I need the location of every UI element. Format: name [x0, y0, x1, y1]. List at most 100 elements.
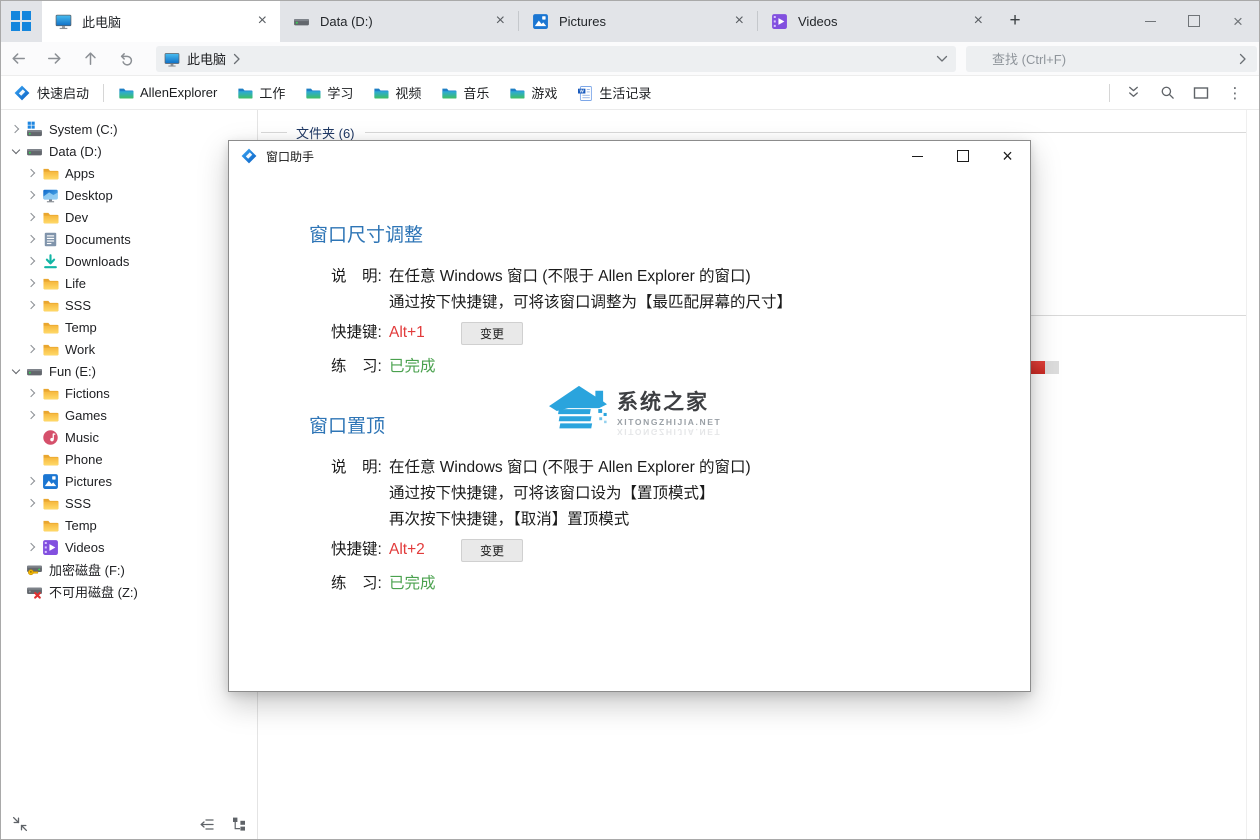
desc-line: 在任意 Windows 窗口 (不限于 Allen Explorer 的窗口): [389, 455, 751, 481]
tree-item-apps[interactable]: Apps: [0, 162, 257, 184]
expander-right-icon[interactable]: [24, 231, 40, 247]
quick-launch-item-学习[interactable]: 学习: [305, 83, 353, 102]
undo-button[interactable]: [108, 45, 144, 73]
quick-launch-item-游戏[interactable]: 游戏: [509, 83, 557, 102]
change-hotkey-button[interactable]: 变更: [461, 322, 523, 345]
dialog-maximize-button[interactable]: [940, 141, 985, 171]
breadcrumb[interactable]: 此电脑: [187, 49, 226, 68]
quick-launch-item-label: 游戏: [531, 83, 557, 102]
tree-item-temp[interactable]: Temp: [0, 316, 257, 338]
more-options-button[interactable]: ⋮: [1218, 79, 1252, 107]
tree-item-games[interactable]: Games: [0, 404, 257, 426]
quick-launch-item-工作[interactable]: 工作: [237, 83, 285, 102]
forward-button[interactable]: [36, 45, 72, 73]
dialog-minimize-button[interactable]: [895, 141, 940, 171]
tree-item-downloads[interactable]: Downloads: [0, 250, 257, 272]
tab-此电脑[interactable]: 此电脑 ×: [42, 0, 280, 42]
tree-item-temp[interactable]: Temp: [0, 514, 257, 536]
back-button[interactable]: [0, 45, 36, 73]
collapse-all-nodes-button[interactable]: [196, 815, 216, 833]
expander-right-icon[interactable]: [24, 253, 40, 269]
expander-right-icon[interactable]: [24, 275, 40, 291]
tab-pictures[interactable]: Pictures ×: [519, 0, 757, 42]
dialog-close-button[interactable]: ×: [985, 141, 1030, 171]
maximize-button[interactable]: [1172, 0, 1216, 42]
layout-button[interactable]: [1184, 79, 1218, 107]
expander-right-icon[interactable]: [24, 187, 40, 203]
close-button[interactable]: ×: [1216, 0, 1260, 42]
expander-down-icon[interactable]: [8, 143, 24, 159]
scrollbar-track[interactable]: [1246, 110, 1247, 840]
breadcrumb-chevron-icon[interactable]: [232, 53, 241, 65]
quick-launch-item-allenexplorer[interactable]: AllenExplorer: [118, 85, 217, 101]
tab-close-icon[interactable]: ×: [493, 13, 508, 29]
address-bar[interactable]: 此电脑: [156, 46, 956, 72]
tree-item-加密磁盘-f[interactable]: 加密磁盘 (F:): [0, 558, 257, 580]
expander-right-icon[interactable]: [24, 407, 40, 423]
search-input[interactable]: 查找 (Ctrl+F): [966, 46, 1257, 72]
tree-item-label: Phone: [65, 452, 103, 467]
tree-item-不可用磁盘-z[interactable]: 不可用磁盘 (Z:): [0, 580, 257, 602]
expander-right-icon[interactable]: [24, 385, 40, 401]
tab-close-icon[interactable]: ×: [971, 13, 986, 29]
expander-right-icon[interactable]: [24, 209, 40, 225]
desc-line: 在任意 Windows 窗口 (不限于 Allen Explorer 的窗口): [389, 264, 792, 290]
expander-right-icon[interactable]: [24, 165, 40, 181]
up-button[interactable]: [72, 45, 108, 73]
divider: [103, 84, 104, 102]
videos-icon: [771, 13, 788, 30]
expander-right-icon[interactable]: [24, 297, 40, 313]
new-tab-button[interactable]: +: [996, 0, 1034, 42]
tree-item-fictions[interactable]: Fictions: [0, 382, 257, 404]
expander-right-icon[interactable]: [24, 539, 40, 555]
drive-lock-icon: [26, 561, 43, 578]
search-submit-icon[interactable]: [1238, 53, 1247, 65]
collapse-toolbar-button[interactable]: [1116, 79, 1150, 107]
tree-view-button[interactable]: [229, 815, 249, 833]
folder-icon: [42, 319, 59, 336]
folder-icon: [42, 209, 59, 226]
tree-item-data-d[interactable]: Data (D:): [0, 140, 257, 162]
expander-right-icon[interactable]: [8, 121, 24, 137]
tree-item-desktop[interactable]: Desktop: [0, 184, 257, 206]
expander-right-icon[interactable]: [24, 473, 40, 489]
change-hotkey-button[interactable]: 变更: [461, 539, 523, 562]
tree-item-sss[interactable]: SSS: [0, 294, 257, 316]
tree-item-label: System (C:): [49, 122, 118, 137]
tree-item-work[interactable]: Work: [0, 338, 257, 360]
expander-down-icon[interactable]: [8, 363, 24, 379]
tree-item-sss[interactable]: SSS: [0, 492, 257, 514]
tree-item-fun-e[interactable]: Fun (E:): [0, 360, 257, 382]
up-icon: [82, 50, 99, 67]
collapse-icon: [12, 816, 28, 832]
section-heading-resize: 窗口尺寸调整: [309, 171, 1030, 249]
folder-icon: [42, 297, 59, 314]
tab-label: 此电脑: [82, 12, 255, 31]
dialog-titlebar[interactable]: 窗口助手 ×: [229, 141, 1030, 171]
tree-item-documents[interactable]: Documents: [0, 228, 257, 250]
quick-launch-item-视频[interactable]: 视频: [373, 83, 421, 102]
drive-win-icon: [26, 121, 43, 138]
tab-videos[interactable]: Videos ×: [758, 0, 996, 42]
collapse-panel-button[interactable]: [10, 815, 30, 833]
tree-item-videos[interactable]: Videos: [0, 536, 257, 558]
tab-data-d[interactable]: Data (D:) ×: [280, 0, 518, 42]
tree-item-phone[interactable]: Phone: [0, 448, 257, 470]
tree-item-pictures[interactable]: Pictures: [0, 470, 257, 492]
expander-right-icon[interactable]: [24, 495, 40, 511]
tree-item-system-c[interactable]: System (C:): [0, 118, 257, 140]
quick-launch-item-生活记录[interactable]: W 生活记录: [577, 83, 651, 102]
tree-item-life[interactable]: Life: [0, 272, 257, 294]
word-doc-icon: W: [577, 85, 593, 101]
tree-item-music[interactable]: Music: [0, 426, 257, 448]
tree-item-dev[interactable]: Dev: [0, 206, 257, 228]
expander-right-icon[interactable]: [24, 341, 40, 357]
quick-launch-item-音乐[interactable]: 音乐: [441, 83, 489, 102]
tab-close-icon[interactable]: ×: [255, 13, 270, 29]
search-tool-button[interactable]: [1150, 79, 1184, 107]
minimize-button[interactable]: [1128, 0, 1172, 42]
app-menu-button[interactable]: [0, 0, 42, 42]
tab-close-icon[interactable]: ×: [732, 13, 747, 29]
address-dropdown-icon[interactable]: [936, 54, 948, 63]
quick-launch-title: 快速启动: [0, 83, 103, 102]
